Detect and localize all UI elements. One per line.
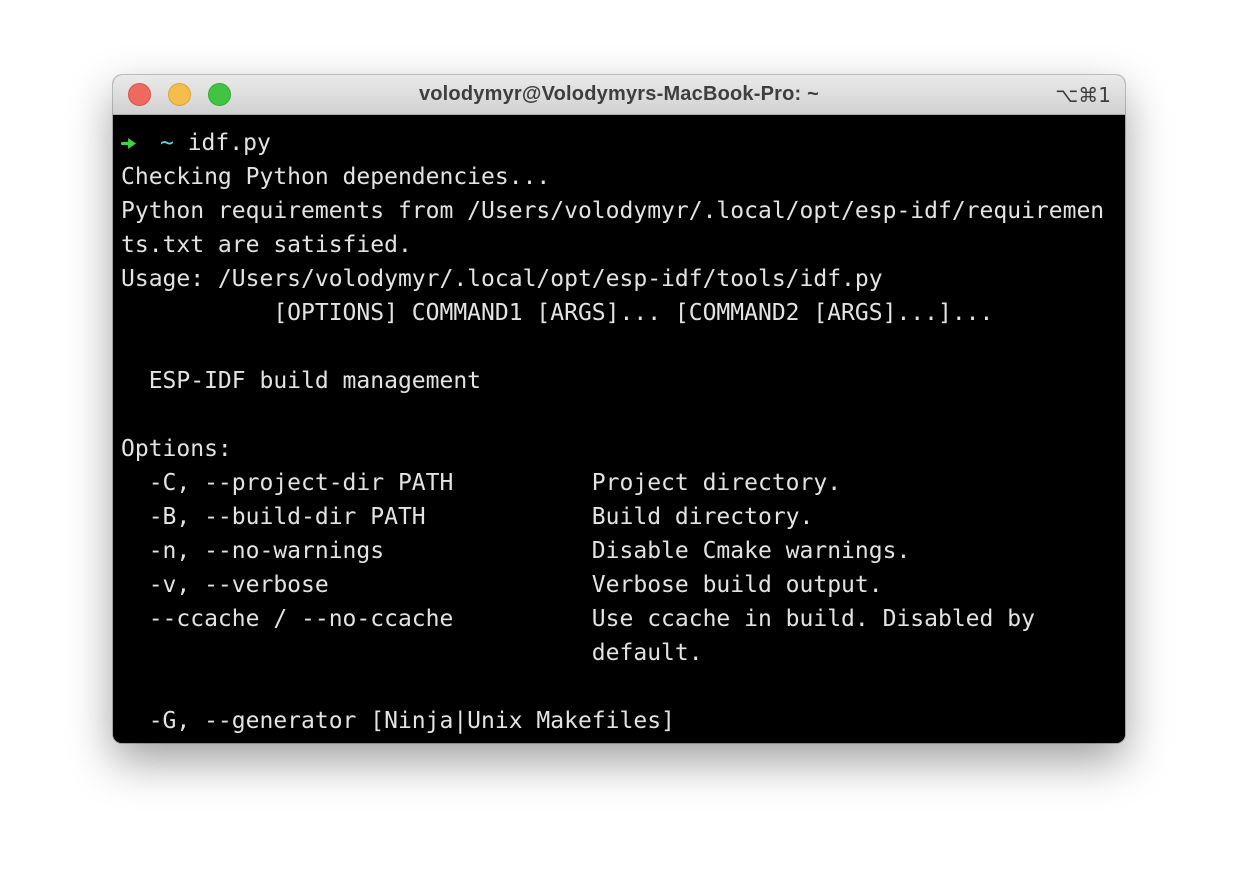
terminal-line: [OPTIONS] COMMAND1 [ARGS]... [COMMAND2 […: [121, 296, 1121, 330]
terminal-body[interactable]: ~ idf.py Checking Python dependencies...…: [113, 116, 1125, 743]
traffic-lights: [128, 83, 231, 106]
terminal-output: Checking Python dependencies...Python re…: [121, 160, 1121, 738]
prompt-line: ~ idf.py: [121, 126, 1121, 160]
terminal-line: --ccache / --no-ccache Use ccache in bui…: [121, 602, 1121, 636]
terminal-line: -n, --no-warnings Disable Cmake warnings…: [121, 534, 1121, 568]
prompt-cwd: ~: [160, 130, 174, 156]
window-title: volodymyr@Volodymyrs-MacBook-Pro: ~: [113, 83, 1125, 106]
terminal-line: [121, 330, 1121, 364]
terminal-line: Checking Python dependencies...: [121, 160, 1121, 194]
zoom-button[interactable]: [208, 83, 231, 106]
terminal-line: Python requirements from /Users/volodymy…: [121, 194, 1121, 228]
terminal-line: Usage: /Users/volodymyr/.local/opt/esp-i…: [121, 262, 1121, 296]
terminal-line: -v, --verbose Verbose build output.: [121, 568, 1121, 602]
terminal-line: default.: [121, 636, 1121, 670]
prompt-arrow-icon: [121, 135, 138, 152]
terminal-line: -C, --project-dir PATH Project directory…: [121, 466, 1121, 500]
minimize-button[interactable]: [168, 83, 191, 106]
window-shortcut-badge: ⌥⌘1: [1055, 75, 1111, 115]
terminal-line: [121, 670, 1121, 704]
terminal-line: ESP-IDF build management: [121, 364, 1121, 398]
terminal-line: -G, --generator [Ninja|Unix Makefiles]: [121, 704, 1121, 738]
terminal-line: ts.txt are satisfied.: [121, 228, 1121, 262]
terminal-line: Options:: [121, 432, 1121, 466]
terminal-line: -B, --build-dir PATH Build directory.: [121, 500, 1121, 534]
close-button[interactable]: [128, 83, 151, 106]
prompt-command: idf.py: [174, 130, 271, 156]
terminal-window: volodymyr@Volodymyrs-MacBook-Pro: ~ ⌥⌘1 …: [113, 75, 1125, 743]
titlebar[interactable]: volodymyr@Volodymyrs-MacBook-Pro: ~ ⌥⌘1: [113, 75, 1125, 115]
terminal-line: [121, 398, 1121, 432]
